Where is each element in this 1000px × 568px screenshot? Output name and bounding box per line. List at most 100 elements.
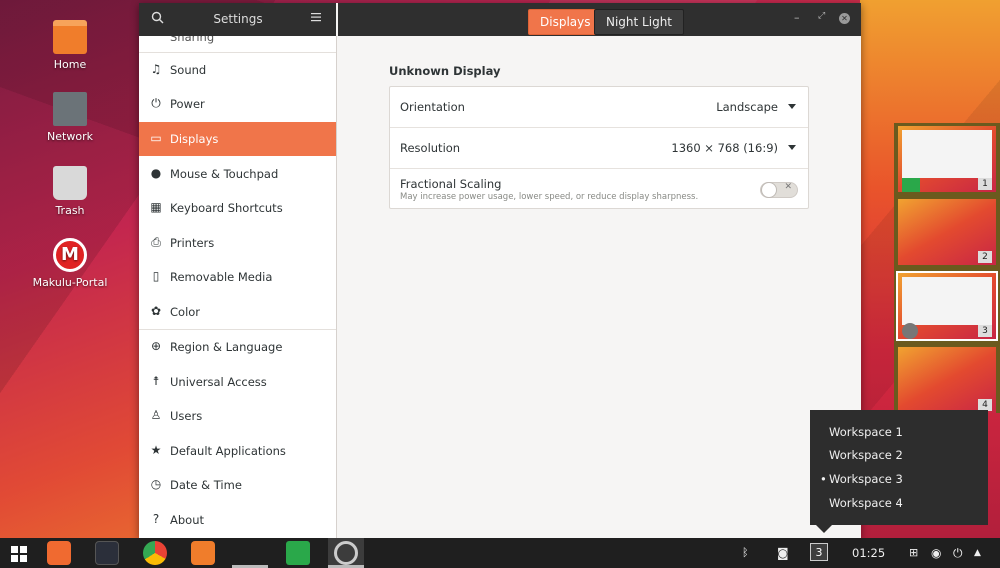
sidebar-item-users[interactable]: ♙ Users xyxy=(139,399,336,433)
sidebar-item-keyboard-shortcuts[interactable]: ▦ Keyboard Shortcuts xyxy=(139,191,336,225)
tray-expand-arrow-icon[interactable]: ▲ xyxy=(974,548,981,558)
workspace-thumbnail-1[interactable]: 1 xyxy=(898,126,996,192)
network-icon[interactable]: ⊞ xyxy=(909,546,918,559)
accessibility-icon: ☨ xyxy=(152,374,160,388)
desktop-icon-network[interactable]: Network xyxy=(30,92,110,143)
close-button[interactable]: ✕ xyxy=(839,13,850,24)
resolution-value: 1360 × 768 (16:9) xyxy=(671,141,778,155)
workspace-thumbnail-3[interactable]: 3 xyxy=(896,271,998,341)
tab-night-light[interactable]: Night Light xyxy=(594,9,684,35)
sidebar-item-label: Printers xyxy=(170,236,215,250)
sidebar-item-label: Displays xyxy=(170,132,219,146)
grid-icon-cell xyxy=(20,555,27,562)
makulu-logo-icon: M xyxy=(53,238,87,272)
power-icon[interactable]: ⏻ xyxy=(953,546,963,561)
settings-gear-icon[interactable] xyxy=(334,541,358,565)
color-icon: ✿ xyxy=(150,304,162,318)
file-manager-icon[interactable] xyxy=(191,541,215,565)
sidebar-item-displays[interactable]: ▭ Displays xyxy=(139,122,336,156)
workspace-option-2[interactable]: Workspace 2 xyxy=(829,448,903,462)
app-store-icon[interactable] xyxy=(47,541,71,565)
help-icon: ? xyxy=(152,512,160,526)
home-folder-icon xyxy=(53,20,87,54)
orientation-row[interactable]: Orientation Landscape xyxy=(390,87,808,127)
screen-record-icon[interactable]: ◙ xyxy=(777,546,789,560)
star-icon: ★ xyxy=(150,443,162,457)
bluetooth-icon[interactable]: ᛒ xyxy=(742,546,749,559)
workspace-switcher-popup: Workspace 1 Workspace 2 • Workspace 3 Wo… xyxy=(810,410,988,533)
search-icon[interactable] xyxy=(151,11,167,27)
workspace-number: 1 xyxy=(978,178,992,190)
toggle-off-icon: ✕ xyxy=(784,182,792,192)
sidebar-item-label: About xyxy=(170,513,205,527)
workspace-indicator[interactable]: 3 xyxy=(810,543,828,561)
workspace-option-label: Workspace 1 xyxy=(829,425,903,439)
toggle-knob xyxy=(761,182,777,198)
start-menu-button[interactable] xyxy=(8,541,32,565)
display-name-heading: Unknown Display xyxy=(389,64,501,78)
sidebar-item-removable-media[interactable]: ▯ Removable Media xyxy=(139,260,336,294)
desktop-icon-label: Home xyxy=(53,58,87,71)
display-icon: ▭ xyxy=(150,131,162,145)
sidebar-item-sharing-partial[interactable]: Sharing xyxy=(170,36,214,44)
resolution-row[interactable]: Resolution 1360 × 768 (16:9) xyxy=(390,127,808,168)
orientation-label: Orientation xyxy=(400,100,465,114)
resolution-label: Resolution xyxy=(400,141,461,155)
network-icon xyxy=(53,92,87,126)
sidebar-item-color[interactable]: ✿ Color xyxy=(139,295,336,329)
workspace-thumbnail-4[interactable]: 4 xyxy=(898,347,996,413)
sidebar-item-sound[interactable]: ♫ Sound xyxy=(139,53,336,87)
taskbar: ᛒ ◙ 3 01:25 ⊞ ◉ ⏻ ▲ xyxy=(0,538,1000,568)
sidebar-item-label: Sound xyxy=(170,63,207,77)
sidebar-item-label: Users xyxy=(170,409,203,423)
sidebar-item-default-applications[interactable]: ★ Default Applications xyxy=(139,434,336,468)
hamburger-menu-icon[interactable] xyxy=(311,11,321,25)
desktop-icon-home[interactable]: Home xyxy=(30,20,110,71)
grid-icon xyxy=(11,546,18,553)
sidebar-item-mouse-touchpad[interactable]: ● Mouse & Touchpad xyxy=(139,157,336,191)
workspace-option-1[interactable]: Workspace 1 xyxy=(829,425,903,439)
sidebar-item-label: Color xyxy=(170,305,201,319)
keyboard-icon: ▦ xyxy=(150,200,162,214)
chevron-down-icon xyxy=(788,145,796,150)
power-icon: ⏻ xyxy=(151,96,161,110)
chrome-browser-icon[interactable] xyxy=(143,541,167,565)
phone-icon: ▯ xyxy=(152,269,160,283)
workspace-option-label: Workspace 2 xyxy=(829,448,903,462)
desktop-icon-trash[interactable]: Trash xyxy=(30,166,110,217)
workspace-thumbnail-2[interactable]: 2 xyxy=(898,199,996,265)
window-preview xyxy=(902,277,992,325)
sidebar-item-universal-access[interactable]: ☨ Universal Access xyxy=(139,365,336,399)
sidebar-item-about[interactable]: ? About xyxy=(139,503,336,537)
status-icon[interactable]: ◉ xyxy=(931,546,941,560)
workspace-number: 2 xyxy=(978,251,992,263)
sidebar-item-label: Universal Access xyxy=(170,375,267,389)
tab-displays[interactable]: Displays xyxy=(528,9,603,35)
globe-icon: ⊕ xyxy=(150,339,162,353)
clock[interactable]: 01:25 xyxy=(852,546,885,560)
sidebar-item-date-time[interactable]: ◷ Date & Time xyxy=(139,468,336,502)
headerbar: Settings Displays Night Light – ⤢ ✕ xyxy=(139,3,861,36)
grid-icon-cell xyxy=(20,546,27,553)
sidebar-item-printers[interactable]: ⎙ Printers xyxy=(139,226,336,260)
sidebar-item-power[interactable]: ⏻ Power xyxy=(139,87,336,121)
trash-icon xyxy=(53,166,87,200)
chevron-down-icon xyxy=(788,104,796,109)
puzzle-icon[interactable] xyxy=(286,541,310,565)
display-settings-list: Orientation Landscape Resolution 1360 × … xyxy=(389,86,809,209)
sidebar-item-label: Date & Time xyxy=(170,478,242,492)
maximize-button[interactable]: ⤢ xyxy=(818,11,825,21)
selected-bullet-icon: • xyxy=(820,472,827,486)
workspace-option-4[interactable]: Workspace 4 xyxy=(829,496,903,510)
fractional-scaling-label: Fractional Scaling xyxy=(400,177,502,191)
sidebar-item-region-language[interactable]: ⊕ Region & Language xyxy=(139,330,336,364)
desktop-icon-makulu-portal[interactable]: M Makulu-Portal xyxy=(30,238,110,289)
fractional-scaling-toggle[interactable]: ✕ xyxy=(760,182,798,198)
minimize-button[interactable]: – xyxy=(794,11,800,24)
terminal-icon[interactable] xyxy=(95,541,119,565)
clock-icon: ◷ xyxy=(150,477,162,491)
workspace-option-3[interactable]: • Workspace 3 xyxy=(820,472,903,486)
music-note-icon: ♫ xyxy=(150,62,162,76)
desktop-icon-label: Makulu-Portal xyxy=(32,276,108,289)
workspace-option-label: Workspace 4 xyxy=(829,496,903,510)
